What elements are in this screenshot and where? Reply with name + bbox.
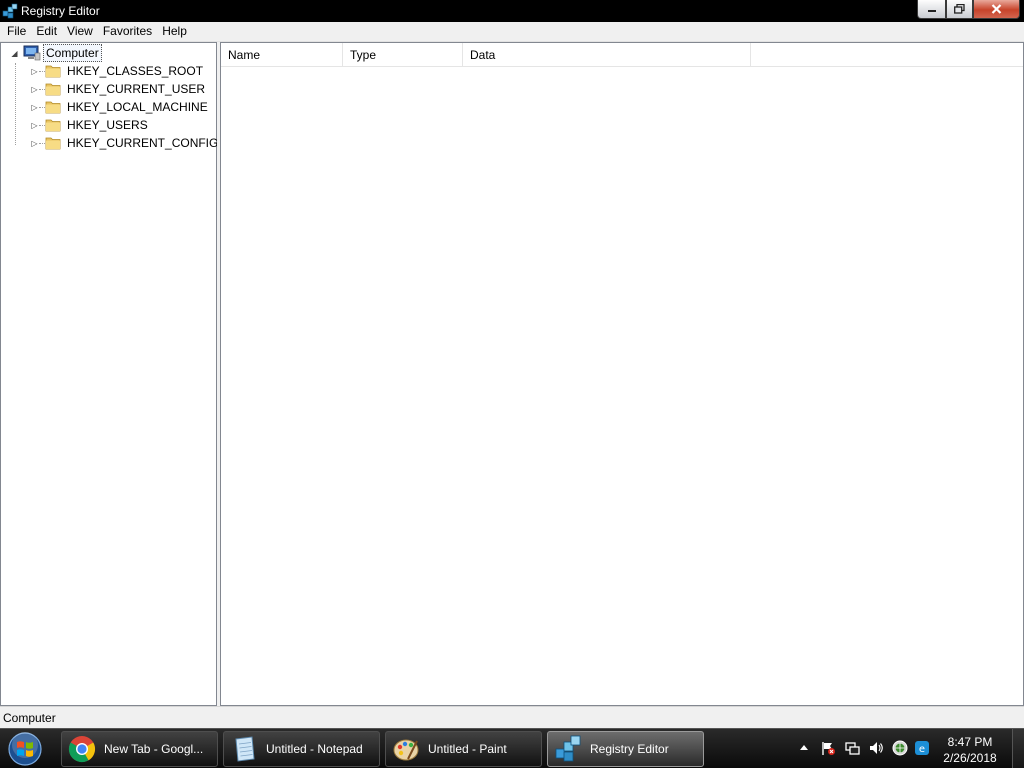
column-name[interactable]: Name bbox=[221, 43, 343, 67]
tree-item-hkey-current-config[interactable]: ▷ HKEY_CURRENT_CONFIG bbox=[30, 134, 220, 152]
restore-button[interactable] bbox=[946, 0, 973, 19]
folder-icon bbox=[45, 83, 61, 96]
show-hidden-icons-icon[interactable] bbox=[796, 740, 812, 756]
restore-icon bbox=[954, 4, 965, 14]
tree-item-hkey-local-machine[interactable]: ▷ HKEY_LOCAL_MACHINE bbox=[30, 98, 210, 116]
close-icon bbox=[991, 4, 1002, 14]
status-path: Computer bbox=[3, 711, 56, 725]
window-title: Registry Editor bbox=[21, 4, 100, 18]
folder-icon bbox=[45, 65, 61, 78]
title-bar[interactable]: Registry Editor bbox=[0, 0, 1024, 22]
tree-label: HKEY_CLASSES_ROOT bbox=[67, 64, 204, 78]
tree-guide-line bbox=[39, 107, 45, 108]
minimize-button[interactable] bbox=[917, 0, 946, 19]
menu-help[interactable]: Help bbox=[157, 22, 192, 41]
taskbar-button-notepad[interactable]: Untitled - Notepad bbox=[223, 731, 380, 767]
expand-arrow-icon[interactable]: ▷ bbox=[30, 67, 39, 76]
close-button[interactable] bbox=[973, 0, 1020, 19]
taskbar-button-label: Untitled - Notepad bbox=[266, 742, 363, 756]
tree-label: HKEY_CURRENT_CONFIG bbox=[67, 136, 219, 150]
tree-guide-line bbox=[39, 89, 45, 90]
windows-orb-icon bbox=[8, 732, 42, 766]
menu-favorites[interactable]: Favorites bbox=[98, 22, 157, 41]
volume-icon[interactable] bbox=[868, 740, 884, 756]
taskbar-button-paint[interactable]: Untitled - Paint bbox=[385, 731, 542, 767]
security-shield-icon[interactable]: e bbox=[914, 740, 930, 756]
svg-text:e: e bbox=[919, 744, 925, 755]
menu-edit[interactable]: Edit bbox=[31, 22, 62, 41]
taskbar-clock[interactable]: 8:47 PM 2/26/2018 bbox=[930, 734, 1010, 766]
folder-icon bbox=[45, 101, 61, 114]
caption-buttons bbox=[917, 0, 1020, 20]
column-type[interactable]: Type bbox=[343, 43, 463, 67]
expand-arrow-icon[interactable]: ▷ bbox=[30, 121, 39, 130]
tree-item-hkey-current-user[interactable]: ▷ HKEY_CURRENT_USER bbox=[30, 80, 207, 98]
notepad-icon bbox=[235, 736, 255, 762]
tree-guide-line bbox=[39, 71, 45, 72]
system-tray: e 8:47 PM 2/26/2018 bbox=[790, 729, 1024, 768]
main-area: ◢ Computer ▷ HKEY_CLASSES_ROOT ▷ HKEY_CU… bbox=[0, 42, 1024, 706]
tree-item-computer[interactable]: ◢ Computer bbox=[10, 44, 102, 62]
taskbar-button-label: Untitled - Paint bbox=[428, 742, 507, 756]
registry-tree[interactable]: ◢ Computer ▷ HKEY_CLASSES_ROOT ▷ HKEY_CU… bbox=[0, 42, 220, 706]
taskbar-button-chrome[interactable]: New Tab - Googl... bbox=[61, 731, 218, 767]
tree-item-hkey-classes-root[interactable]: ▷ HKEY_CLASSES_ROOT bbox=[30, 62, 205, 80]
paint-icon bbox=[393, 739, 419, 761]
start-button[interactable] bbox=[3, 730, 47, 768]
tree-guide-line bbox=[39, 125, 45, 126]
tree-label-computer: Computer bbox=[43, 44, 102, 62]
expand-arrow-icon[interactable]: ▷ bbox=[30, 139, 39, 148]
tree-guide-line bbox=[15, 63, 16, 145]
taskbar: New Tab - Googl... Untitled - Notepad Un… bbox=[0, 728, 1024, 768]
computer-icon bbox=[23, 45, 41, 61]
tree-label: HKEY_LOCAL_MACHINE bbox=[67, 100, 208, 114]
tree-item-hkey-users[interactable]: ▷ HKEY_USERS bbox=[30, 116, 150, 134]
minimize-icon bbox=[927, 10, 936, 12]
tree-label: HKEY_USERS bbox=[67, 118, 148, 132]
desktop-screen: Registry Editor File Edit View Favorites bbox=[0, 0, 1024, 768]
tree-guide-line bbox=[39, 143, 45, 144]
clock-date: 2/26/2018 bbox=[943, 751, 997, 765]
menu-bar: File Edit View Favorites Help bbox=[0, 22, 1024, 42]
menu-file[interactable]: File bbox=[2, 22, 31, 41]
column-data[interactable]: Data bbox=[463, 43, 751, 67]
folder-icon bbox=[45, 119, 61, 132]
values-list[interactable]: Name Type Data bbox=[220, 42, 1024, 706]
column-header: Name Type Data bbox=[221, 43, 1023, 67]
expand-arrow-icon[interactable]: ▷ bbox=[30, 85, 39, 94]
show-desktop-button[interactable] bbox=[1012, 729, 1024, 768]
collapse-arrow-icon[interactable]: ◢ bbox=[10, 49, 19, 58]
taskbar-button-regedit[interactable]: Registry Editor bbox=[547, 731, 704, 767]
taskbar-button-label: Registry Editor bbox=[590, 742, 669, 756]
menu-view[interactable]: View bbox=[62, 22, 98, 41]
regedit-icon bbox=[2, 3, 18, 19]
network-icon[interactable] bbox=[844, 740, 860, 756]
taskbar-button-label: New Tab - Googl... bbox=[104, 742, 204, 756]
regedit-icon bbox=[555, 735, 581, 762]
action-center-flag-icon[interactable] bbox=[820, 740, 836, 756]
clock-time: 8:47 PM bbox=[947, 735, 993, 749]
folder-icon bbox=[45, 137, 61, 150]
globe-tray-icon[interactable] bbox=[892, 740, 908, 756]
expand-arrow-icon[interactable]: ▷ bbox=[30, 103, 39, 112]
status-bar: Computer bbox=[0, 706, 1024, 728]
tree-label: HKEY_CURRENT_USER bbox=[67, 82, 206, 96]
chrome-icon bbox=[68, 736, 96, 763]
